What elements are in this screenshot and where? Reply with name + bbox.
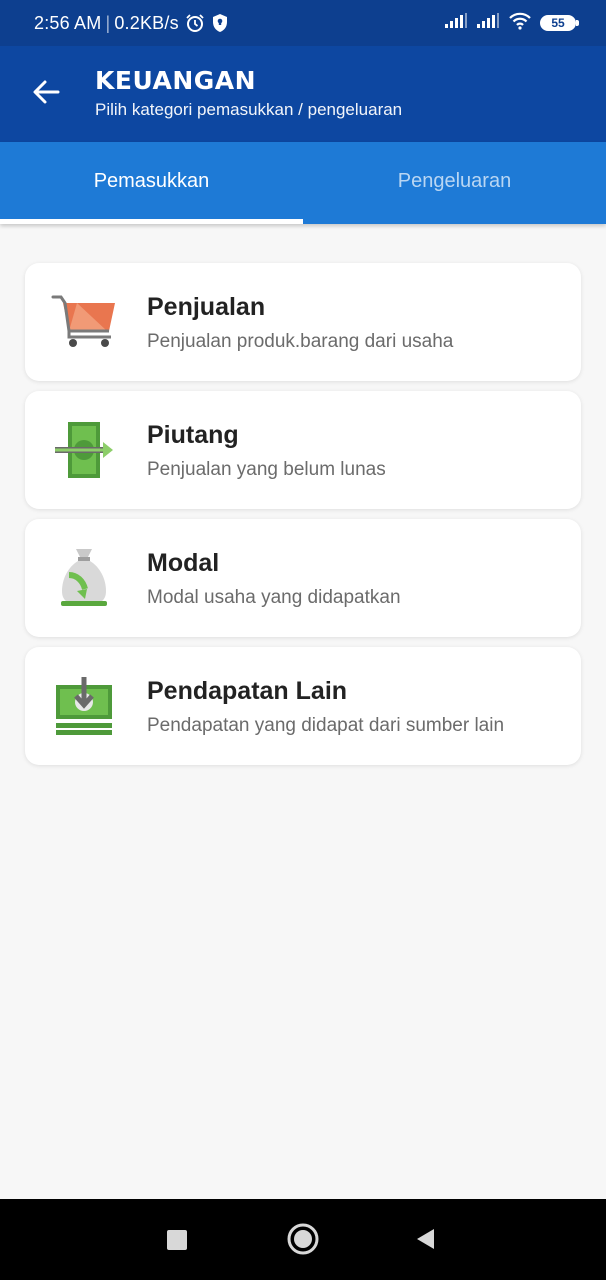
category-card-penjualan[interactable]: Penjualan Penjualan produk.barang dari u…	[25, 263, 581, 381]
category-card-modal[interactable]: Modal Modal usaha yang didapatkan	[25, 519, 581, 637]
status-left: 2:56 AM | 0.2KB/s	[34, 13, 229, 34]
status-time: 2:56 AM	[34, 12, 102, 33]
category-title: Pendapatan Lain	[147, 677, 348, 705]
shopping-cart-icon	[51, 289, 117, 355]
money-bag-icon	[51, 545, 117, 611]
category-title: Piutang	[147, 421, 239, 449]
tab-pemasukkan[interactable]: Pemasukkan	[0, 142, 303, 224]
tab-bar: Pemasukkan Pengeluaran	[0, 142, 606, 224]
signal-icon	[444, 12, 468, 34]
category-list: Penjualan Penjualan produk.barang dari u…	[25, 263, 581, 775]
recents-square-icon	[166, 1229, 188, 1256]
status-bar: 2:56 AM | 0.2KB/s 55	[0, 0, 606, 46]
status-separator: |	[105, 12, 111, 33]
category-card-piutang[interactable]: Piutang Penjualan yang belum lunas	[25, 391, 581, 509]
battery-icon: 55	[540, 15, 579, 31]
alarm-icon	[185, 13, 205, 33]
system-nav-bar	[0, 1199, 606, 1280]
category-desc: Modal usaha yang didapatkan	[147, 587, 401, 608]
category-desc: Penjualan yang belum lunas	[147, 459, 386, 480]
signal-icon	[476, 12, 500, 34]
money-transfer-icon	[51, 417, 117, 483]
category-card-pendapatan-lain[interactable]: Pendapatan Lain Pendapatan yang didapat …	[25, 647, 581, 765]
back-nav-button[interactable]	[414, 1227, 436, 1256]
shield-icon	[211, 13, 229, 33]
category-desc: Pendapatan yang didapat dari sumber lain	[147, 715, 505, 736]
home-button[interactable]	[287, 1223, 319, 1260]
arrow-left-icon	[31, 77, 61, 112]
page-title: KEUANGAN	[95, 66, 257, 95]
status-net-speed: 0.2KB/s	[114, 12, 179, 33]
cash-deposit-icon	[51, 673, 117, 739]
app-bar: KEUANGAN Pilih kategori pemasukkan / pen…	[0, 46, 606, 142]
status-right: 55	[444, 12, 579, 35]
home-circle-icon	[287, 1223, 319, 1260]
category-title: Modal	[147, 549, 220, 577]
back-button[interactable]	[26, 74, 66, 114]
battery-level: 55	[551, 16, 565, 30]
wifi-icon	[508, 12, 532, 35]
category-desc: Penjualan produk.barang dari usaha	[147, 331, 454, 352]
page-subtitle: Pilih kategori pemasukkan / pengeluaran	[95, 100, 403, 119]
category-title: Penjualan	[147, 293, 266, 321]
recents-button[interactable]	[166, 1229, 188, 1256]
tab-pengeluaran[interactable]: Pengeluaran	[303, 142, 606, 224]
back-triangle-icon	[414, 1227, 436, 1256]
